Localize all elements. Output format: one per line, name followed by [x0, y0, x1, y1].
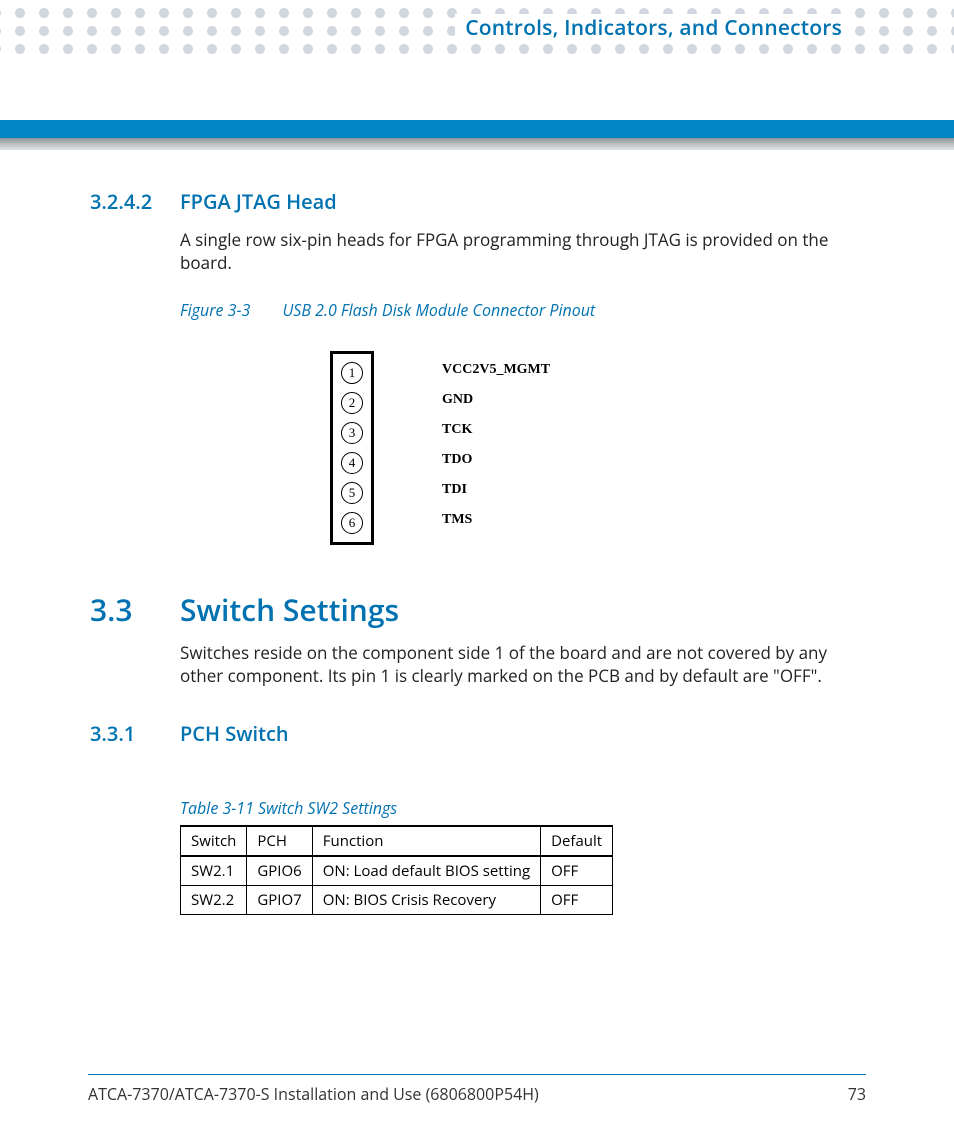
- pin-label-5: TDI: [442, 475, 550, 505]
- table-cell: OFF: [541, 856, 613, 886]
- pin-label-4: TDO: [442, 445, 550, 475]
- section-331-heading: 3.3.1 PCH Switch: [90, 720, 864, 747]
- pin-label-1: VCC2V5_MGMT: [442, 355, 550, 385]
- figure-caption: Figure 3-3 USB 2.0 Flash Disk Module Con…: [180, 299, 864, 321]
- pin-connector: 1 2 3 4 5 6: [330, 351, 374, 545]
- section-3242-body: A single row six-pin heads for FPGA prog…: [180, 229, 864, 275]
- figure-label: Figure 3-3: [180, 299, 250, 321]
- section-title: FPGA JTAG Head: [180, 188, 337, 215]
- pin-label-3: TCK: [442, 415, 550, 445]
- table-cell: ON: BIOS Crisis Recovery: [312, 885, 540, 914]
- pin-2: 2: [341, 392, 363, 414]
- table-cell: ON: Load default BIOS setting: [312, 856, 540, 886]
- header-gray-bar: [0, 138, 954, 150]
- table-row: SW2.1 GPIO6 ON: Load default BIOS settin…: [181, 856, 613, 886]
- figure-title: USB 2.0 Flash Disk Module Connector Pino…: [282, 299, 595, 321]
- table-cell: OFF: [541, 885, 613, 914]
- section-33-body: Switches reside on the component side 1 …: [180, 642, 864, 688]
- pin-label-2: GND: [442, 385, 550, 415]
- section-title: PCH Switch: [180, 720, 289, 747]
- table-caption: Table 3-11 Switch SW2 Settings: [180, 797, 864, 819]
- pin-1: 1: [341, 362, 363, 384]
- table-header: Function: [312, 826, 540, 856]
- pin-5: 5: [341, 482, 363, 504]
- pin-3: 3: [341, 422, 363, 444]
- table-header: PCH: [247, 826, 312, 856]
- pin-4: 4: [341, 452, 363, 474]
- pin-label-6: TMS: [442, 505, 550, 535]
- chapter-title: Controls, Indicators, and Connectors: [455, 14, 852, 42]
- table-header-row: Switch PCH Function Default: [181, 826, 613, 856]
- table-row: SW2.2 GPIO7 ON: BIOS Crisis Recovery OFF: [181, 885, 613, 914]
- table-header: Switch: [181, 826, 247, 856]
- table-cell: SW2.1: [181, 856, 247, 886]
- section-number: 3.3: [90, 589, 180, 630]
- pin-labels: VCC2V5_MGMT GND TCK TDO TDI TMS: [442, 351, 550, 535]
- table-cell: GPIO6: [247, 856, 312, 886]
- section-3242-heading: 3.2.4.2 FPGA JTAG Head: [90, 188, 864, 215]
- pinout-diagram: 1 2 3 4 5 6 VCC2V5_MGMT GND TCK TDO TDI …: [330, 351, 864, 545]
- header-blue-bar: [0, 120, 954, 138]
- table-header: Default: [541, 826, 613, 856]
- footer-doc-id: ATCA-7370/ATCA-7370-S Installation and U…: [88, 1083, 539, 1105]
- section-number: 3.2.4.2: [90, 188, 180, 215]
- section-number: 3.3.1: [90, 720, 180, 747]
- footer-rule: [88, 1074, 866, 1075]
- table-cell: GPIO7: [247, 885, 312, 914]
- pin-6: 6: [341, 512, 363, 534]
- footer-page-number: 73: [848, 1083, 866, 1105]
- section-33-heading: 3.3 Switch Settings: [90, 589, 864, 630]
- page-content: 3.2.4.2 FPGA JTAG Head A single row six-…: [90, 188, 864, 915]
- switch-table: Switch PCH Function Default SW2.1 GPIO6 …: [180, 825, 613, 915]
- table-cell: SW2.2: [181, 885, 247, 914]
- section-title: Switch Settings: [180, 589, 399, 630]
